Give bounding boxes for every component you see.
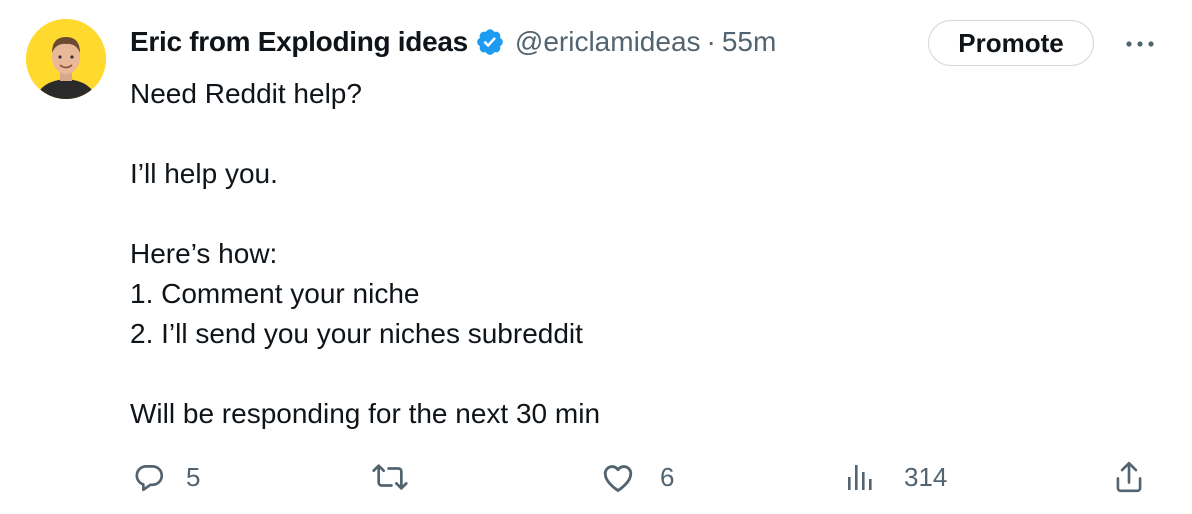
tweet-text-line: Here’s how: (130, 238, 278, 269)
like-count: 6 (660, 461, 675, 492)
more-icon[interactable] (1122, 30, 1158, 58)
tweet-text: Need Reddit help? I’ll help you. Here’s … (130, 74, 1130, 434)
views-count: 314 (904, 461, 948, 492)
reply-icon (132, 460, 166, 494)
analytics-icon (846, 461, 876, 493)
action-bar: 5 6 314 (0, 454, 1192, 500)
tweet: Eric from Exploding ideas @ericlamideas … (0, 0, 1192, 514)
reply-button[interactable]: 5 (132, 454, 200, 500)
retweet-icon (370, 460, 410, 494)
reply-count: 5 (186, 461, 201, 492)
display-name[interactable]: Eric from Exploding ideas (130, 26, 468, 58)
like-button[interactable]: 6 (600, 454, 674, 500)
share-icon (1112, 459, 1146, 495)
verified-badge-icon[interactable] (475, 27, 505, 57)
heart-icon (600, 460, 636, 494)
tweet-text-line (130, 354, 1130, 394)
share-button[interactable] (1112, 454, 1146, 500)
tweet-text-line: Will be responding for the next 30 min (130, 398, 601, 429)
tweet-text-line (130, 114, 1130, 154)
tweet-text-line: 2. I’ll send you your niches subreddit (130, 318, 583, 349)
tweet-header: Eric from Exploding ideas @ericlamideas … (130, 22, 776, 62)
tweet-text-line: Need Reddit help? (130, 78, 362, 109)
tweet-text-line (130, 194, 1130, 234)
handle[interactable]: @ericlamideas (515, 26, 701, 58)
views-button[interactable]: 314 (846, 454, 947, 500)
tweet-text-line: I’ll help you. (130, 158, 278, 189)
retweet-button[interactable] (370, 454, 428, 500)
separator-dot: · (706, 26, 716, 57)
tweet-text-line: 1. Comment your niche (130, 278, 420, 309)
timestamp[interactable]: 55m (722, 26, 776, 58)
avatar[interactable] (26, 19, 106, 99)
promote-button[interactable]: Promote (928, 20, 1094, 66)
